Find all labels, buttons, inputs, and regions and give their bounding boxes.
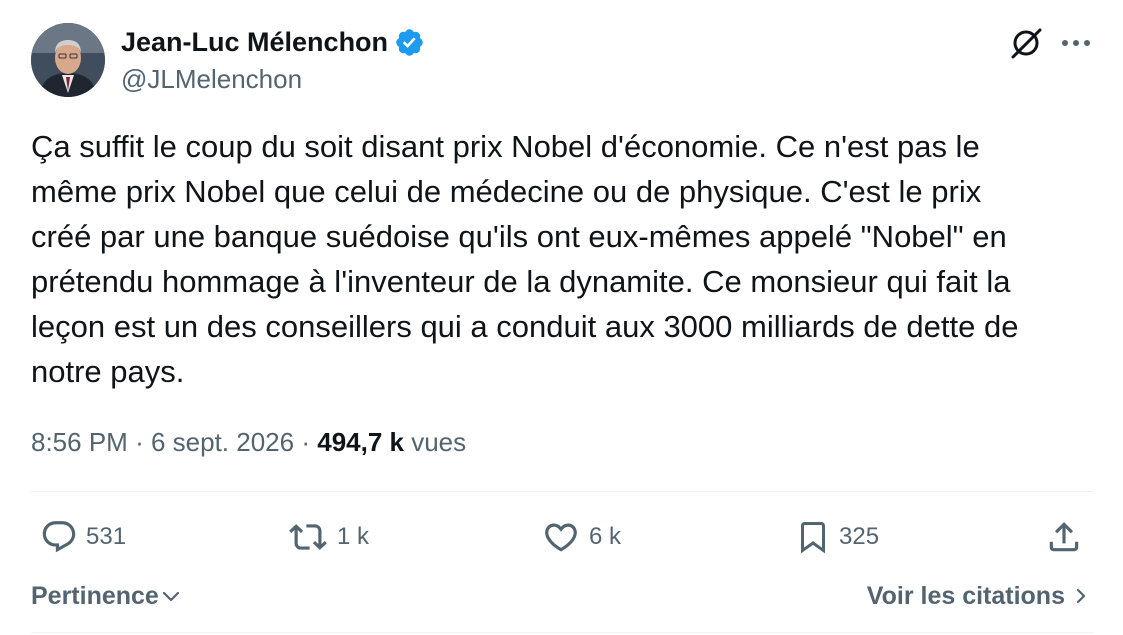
reply-icon xyxy=(42,521,76,553)
bookmark-button[interactable]: 325 xyxy=(795,512,879,562)
avatar[interactable] xyxy=(31,23,105,97)
share-button[interactable] xyxy=(1045,512,1083,562)
tweet-text: Ça suffit le coup du soit disant prix No… xyxy=(31,124,1101,394)
like-count: 6 k xyxy=(589,523,622,550)
views-count: 494,7 k xyxy=(317,427,404,457)
bookmark-icon xyxy=(801,522,825,554)
meta-separator: · xyxy=(301,427,310,457)
tweet-meta: 8:56 PM · 6 sept. 2026 · 494,7 k vues xyxy=(31,423,466,461)
chevron-down-icon xyxy=(162,591,179,602)
grok-icon xyxy=(1011,28,1042,59)
chevron-right-icon xyxy=(1076,588,1086,604)
tweet-text-line: créé par une banque suédoise qu'ils ont … xyxy=(31,219,1007,254)
sort-dropdown[interactable]: Pertinence xyxy=(31,578,181,614)
more-button[interactable] xyxy=(1055,22,1097,64)
sort-label: Pertinence xyxy=(31,582,159,610)
tweet-time[interactable]: 8:56 PM xyxy=(31,427,128,457)
tweet-text-line: prétendu hommage à l'inventeur de la dyn… xyxy=(31,264,1011,299)
reply-button[interactable]: 531 xyxy=(40,512,126,562)
tweet-text-line: leçon est un des conseillers qui a condu… xyxy=(31,309,1019,344)
verified-badge-icon xyxy=(396,28,423,56)
heart-icon xyxy=(545,523,577,552)
author-handle[interactable]: @JLMelenchon xyxy=(121,63,302,95)
author-name[interactable]: Jean-Luc Mélenchon xyxy=(121,26,388,58)
reply-count: 531 xyxy=(86,523,127,550)
tweet-date[interactable]: 6 sept. 2026 xyxy=(151,427,294,457)
divider xyxy=(31,632,1093,633)
retweet-icon xyxy=(289,524,327,550)
grok-button[interactable] xyxy=(1005,22,1047,64)
share-icon xyxy=(1049,522,1079,552)
more-horizontal-icon xyxy=(1062,40,1090,46)
meta-separator: · xyxy=(135,427,144,457)
avatar-photo xyxy=(31,23,105,97)
view-quotes-link[interactable]: Voir les citations xyxy=(867,578,1089,614)
tweet-text-line: notre pays. xyxy=(31,354,185,389)
bookmark-count: 325 xyxy=(839,523,880,550)
retweet-button[interactable]: 1 k xyxy=(287,512,369,562)
retweet-count: 1 k xyxy=(337,523,370,550)
like-button[interactable]: 6 k xyxy=(541,512,621,562)
tweet-text-line: même prix Nobel que celui de médecine ou… xyxy=(31,174,982,209)
tweet-text-line: Ça suffit le coup du soit disant prix No… xyxy=(31,129,980,164)
author-name-row[interactable]: Jean-Luc Mélenchon xyxy=(121,26,425,58)
divider xyxy=(31,491,1093,492)
quotes-label: Voir les citations xyxy=(866,582,1065,610)
views-label: vues xyxy=(411,427,467,457)
